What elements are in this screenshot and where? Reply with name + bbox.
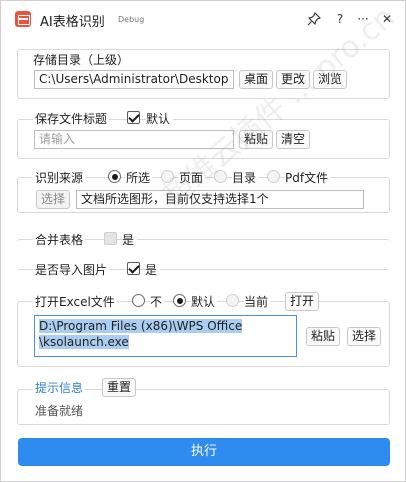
import-image-checkbox[interactable]: [127, 262, 140, 275]
merge-checkbox[interactable]: [104, 232, 117, 245]
debug-badge: Debug: [118, 15, 145, 24]
paste-path-button[interactable]: 粘贴: [306, 327, 341, 346]
excel-path-textarea[interactable]: D:\Program Files (x86)\WPS Office \ksola…: [34, 315, 297, 357]
source-select-button[interactable]: 选择: [36, 190, 71, 209]
window-title: AI表格识别: [40, 15, 105, 30]
storage-label: 存储目录（上级）: [33, 53, 130, 67]
storage-path-field[interactable]: C:\Users\Administrator\Desktop: [34, 70, 234, 89]
save-title-default-label: 默认: [146, 110, 174, 127]
app-window: AI表格识别 Debug ? ··· ✕ 存储目录（上级） C:\Users\A…: [0, 0, 406, 482]
open-excel-radio-none[interactable]: [132, 294, 145, 307]
source-option-label: Pdf文件: [285, 169, 331, 186]
save-title-default-checkbox[interactable]: [127, 111, 140, 124]
source-option-label: 目录: [232, 169, 259, 186]
open-excel-radio-default[interactable]: [173, 294, 186, 307]
save-title-input[interactable]: 请输入: [34, 130, 234, 149]
info-title: 提示信息: [33, 379, 86, 396]
more-options-button[interactable]: ···: [354, 10, 372, 28]
source-radio-folder[interactable]: [214, 170, 227, 183]
source-label: 识别来源: [33, 169, 86, 186]
run-button[interactable]: 执行: [18, 438, 390, 466]
open-excel-button[interactable]: 打开: [285, 292, 320, 311]
open-excel-label: 打开Excel文件: [33, 293, 117, 310]
help-button[interactable]: ?: [331, 10, 349, 28]
import-image-label: 是否导入图片: [33, 261, 110, 278]
clear-title-button[interactable]: 清空: [276, 130, 311, 149]
save-title-label: 保存文件标题: [33, 110, 110, 127]
table-app-icon: [15, 11, 31, 27]
open-excel-option-label: 不: [150, 293, 165, 310]
merge-checkbox-label: 是: [122, 231, 138, 248]
paste-title-button[interactable]: 粘贴: [239, 130, 274, 149]
desktop-button[interactable]: 桌面: [239, 70, 274, 89]
select-path-button[interactable]: 选择: [347, 327, 382, 346]
open-excel-radio-current[interactable]: [226, 294, 239, 307]
browse-button[interactable]: 浏览: [313, 70, 348, 89]
open-excel-option-label: 默认: [191, 293, 218, 310]
source-radio-selection[interactable]: [108, 170, 121, 183]
close-button[interactable]: ✕: [378, 10, 396, 28]
source-radio-page[interactable]: [161, 170, 174, 183]
change-button[interactable]: 更改: [276, 70, 311, 89]
reset-button[interactable]: 重置: [102, 378, 137, 397]
source-option-label: 页面: [179, 169, 206, 186]
title-bar: AI表格识别 Debug ? ··· ✕: [1, 1, 405, 37]
excel-path-line: \ksolaunch.exe: [39, 335, 129, 349]
source-option-label: 所选: [126, 169, 153, 186]
source-hint-field[interactable]: 文档所选图形，目前仅支持选择1个: [76, 190, 364, 209]
import-image-checkbox-label: 是: [145, 261, 161, 278]
excel-path-line: D:\Program Files (x86)\WPS Office: [39, 319, 243, 333]
merge-label: 合并表格: [33, 231, 86, 248]
open-excel-option-label: 当前: [244, 293, 271, 310]
source-radio-pdf[interactable]: [267, 170, 280, 183]
status-text: 准备就绪: [35, 404, 84, 418]
pin-icon[interactable]: [305, 10, 323, 28]
